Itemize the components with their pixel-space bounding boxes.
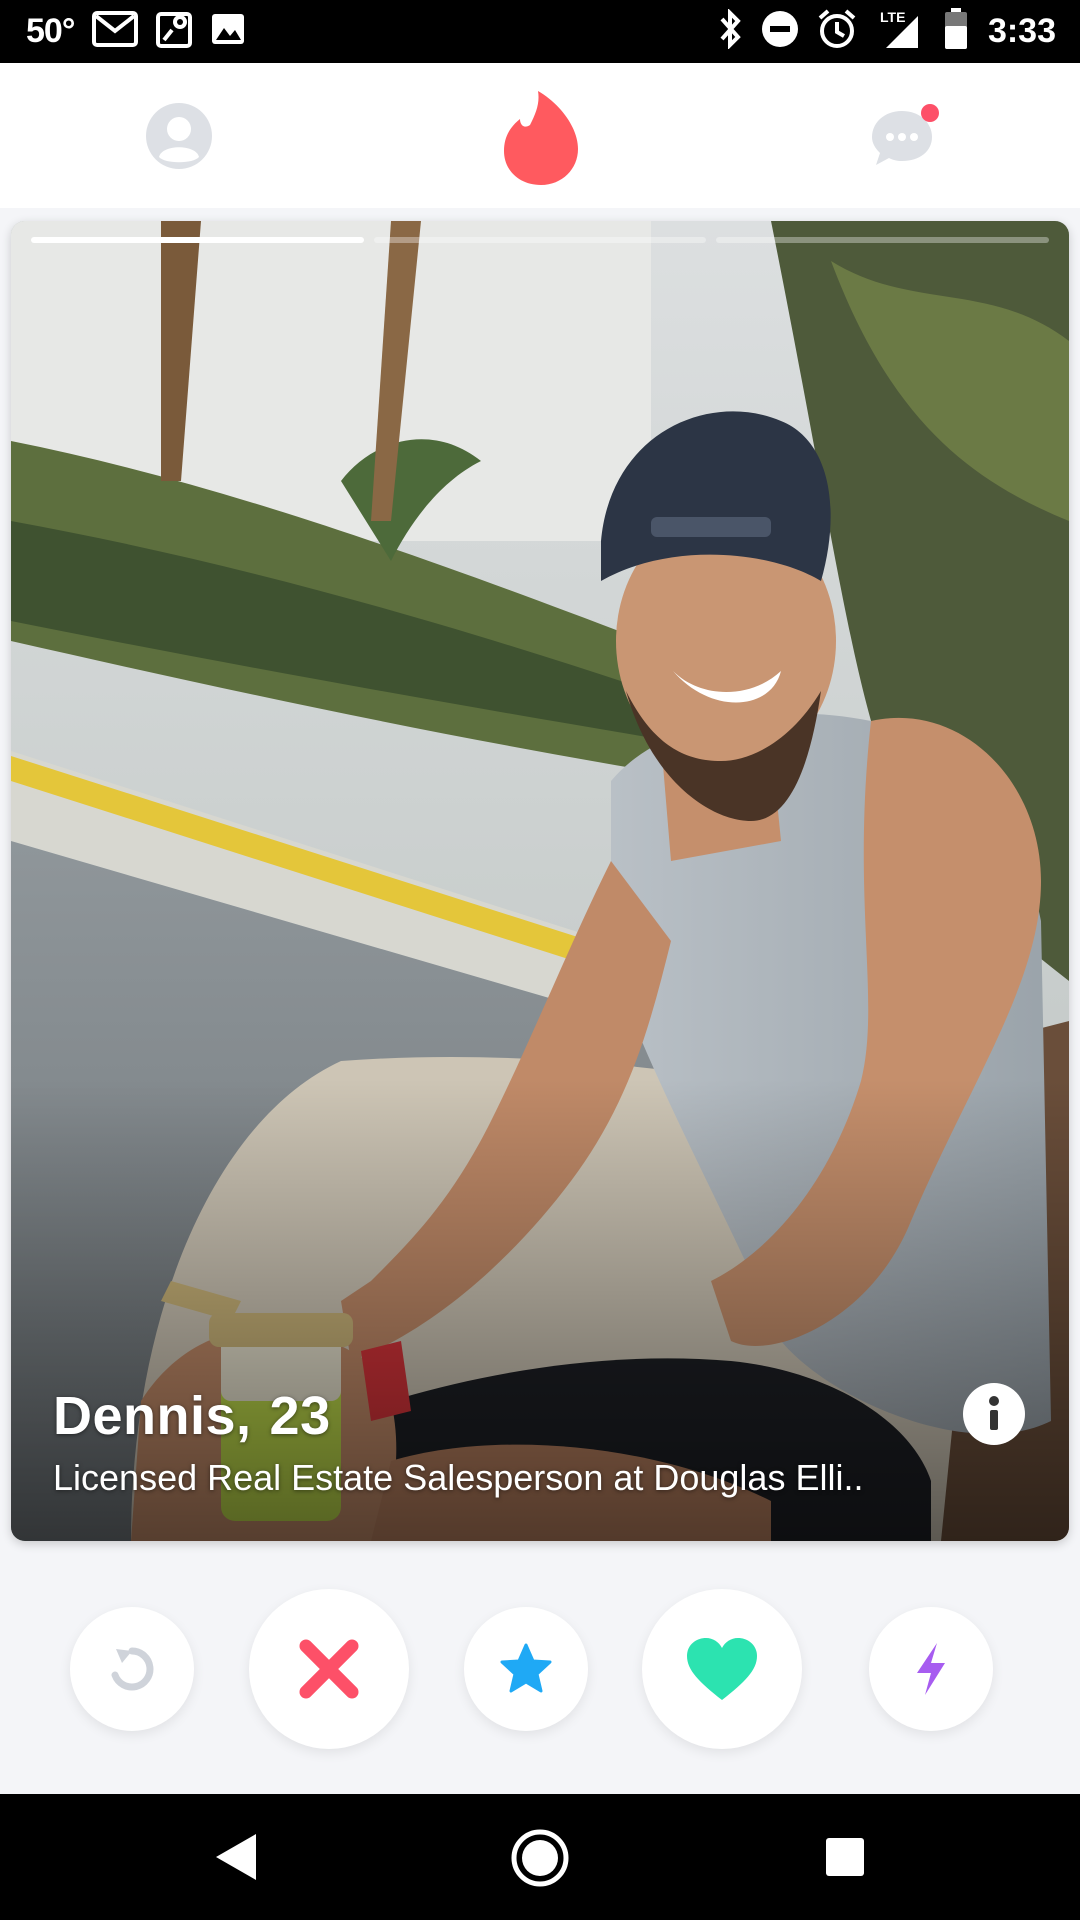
profile-name: Dennis, xyxy=(53,1386,252,1446)
nope-button[interactable] xyxy=(249,1589,409,1749)
action-bar xyxy=(0,1560,1080,1780)
recents-icon[interactable] xyxy=(826,1838,864,1876)
do-not-disturb-icon xyxy=(760,9,800,54)
close-icon xyxy=(299,1639,359,1699)
lightning-icon xyxy=(917,1643,945,1695)
star-icon xyxy=(500,1643,552,1693)
photo-progress xyxy=(31,237,1050,243)
card-info: Dennis, 23 Licensed Real Estate Salespers… xyxy=(53,1385,863,1499)
profile-photo xyxy=(11,221,1069,1541)
profile-age: 23 xyxy=(269,1386,331,1446)
discover-button[interactable] xyxy=(500,91,582,185)
profile-card[interactable]: Dennis, 23 Licensed Real Estate Salespers… xyxy=(11,221,1069,1541)
back-button[interactable] xyxy=(214,1832,258,1887)
tinder-flame-icon xyxy=(504,91,578,185)
top-nav xyxy=(0,63,1080,208)
temperature: 50° xyxy=(26,12,75,50)
system-nav-bar xyxy=(0,1794,1080,1920)
info-button[interactable] xyxy=(963,1383,1025,1445)
heart-icon xyxy=(687,1638,757,1700)
photo-indicator-2[interactable] xyxy=(373,237,707,243)
profile-name-row: Dennis, 23 xyxy=(53,1385,863,1447)
alarm-icon xyxy=(816,8,858,55)
rewind-button[interactable] xyxy=(70,1607,194,1731)
messages-icon xyxy=(872,104,939,165)
messages-button[interactable] xyxy=(868,103,940,171)
home-button[interactable] xyxy=(510,1828,570,1893)
profile-job: Licensed Real Estate Salesperson at Doug… xyxy=(53,1457,864,1498)
like-button[interactable] xyxy=(642,1589,802,1749)
photo-indicator-1[interactable] xyxy=(31,237,364,243)
profile-icon xyxy=(146,103,212,169)
status-bar-left: 50° xyxy=(26,10,246,53)
gallery-icon xyxy=(210,12,246,51)
status-bar: 50° LTE 3:33 xyxy=(0,0,1080,63)
clock: 3:33 xyxy=(987,12,1056,50)
profile-button[interactable] xyxy=(146,103,212,169)
back-icon xyxy=(216,1834,256,1880)
info-icon xyxy=(989,1396,999,1430)
boost-button[interactable] xyxy=(869,1607,993,1731)
rewind-icon xyxy=(111,1647,154,1691)
super-like-button[interactable] xyxy=(464,1607,588,1731)
status-bar-right: LTE 3:33 xyxy=(718,8,1056,55)
gmail-icon xyxy=(92,11,139,52)
maps-icon xyxy=(156,10,193,53)
bluetooth-icon xyxy=(718,8,744,54)
signal-icon: LTE xyxy=(874,8,928,55)
home-icon xyxy=(511,1829,569,1887)
network-type: LTE xyxy=(880,9,905,25)
photo-indicator-3[interactable] xyxy=(716,237,1050,243)
battery-icon xyxy=(944,8,968,55)
